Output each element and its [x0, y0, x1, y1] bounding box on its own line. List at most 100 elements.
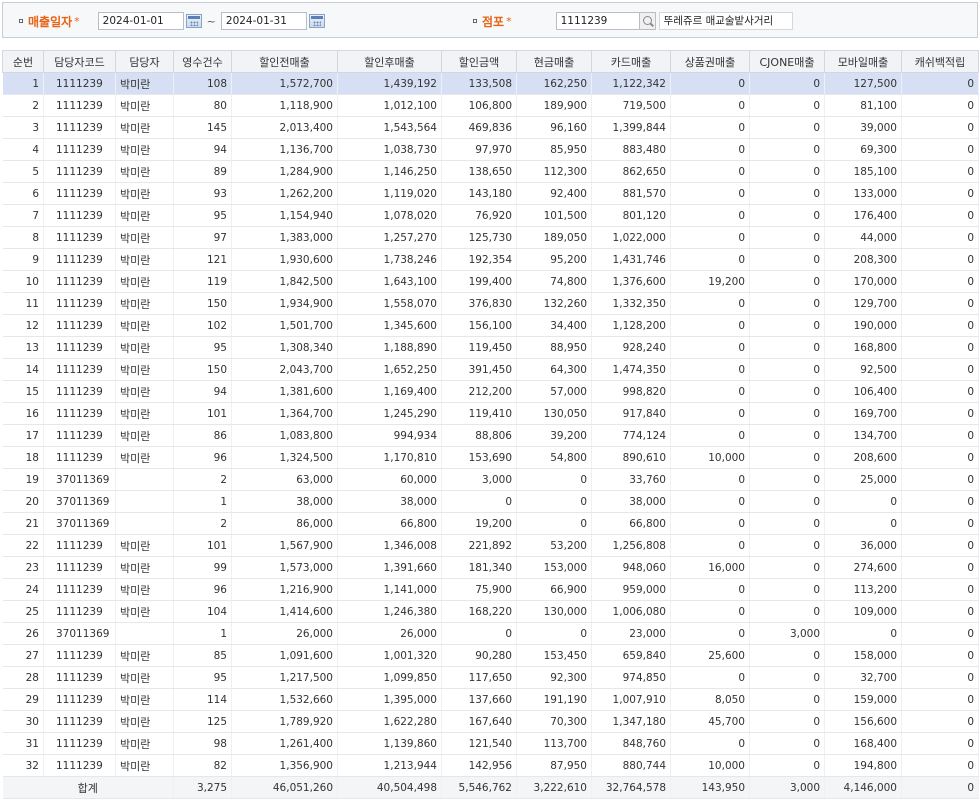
col-sales-after-discount-header[interactable]: 할인후매출	[337, 50, 442, 73]
col-cashback-points-header[interactable]: 캐쉬백적립	[901, 50, 979, 73]
sales-after-cell: 1,558,070	[337, 292, 442, 315]
sales-before-cell: 1,308,340	[231, 336, 338, 359]
receipt-count-cell: 150	[173, 292, 232, 315]
col-seq-header[interactable]: 순번	[2, 50, 44, 73]
seq-cell: 26	[2, 622, 44, 645]
table-row[interactable]: 3 1111239 박미란 145 2,013,400 1,543,564 469,836 9…	[2, 116, 979, 139]
discount-cell: 156,100	[441, 314, 517, 337]
table-row[interactable]: 2 1111239 박미란 80 1,118,900 1,012,100 106,800 18…	[2, 94, 979, 117]
table-row[interactable]: 20 37011369 1 38,000 38,000 0 0 38,000 0 0 0 0	[2, 490, 979, 513]
col-mobile-sales-header[interactable]: 모바일매출	[824, 50, 902, 73]
table-row[interactable]: 7 1111239 박미란 95 1,154,940 1,078,020 76,920 101…	[2, 204, 979, 227]
table-row[interactable]: 4 1111239 박미란 94 1,136,700 1,038,730 97,970 85,…	[2, 138, 979, 161]
col-manager-code-header[interactable]: 담당자코드	[43, 50, 116, 73]
discount-cell: 0	[441, 622, 517, 645]
sales-before-cell: 26,000	[231, 622, 338, 645]
manager-cell: 박미란	[115, 248, 174, 271]
gift-card-cell: 0	[670, 314, 750, 337]
table-row[interactable]: 31 1111239 박미란 98 1,261,400 1,139,860 121,540 1…	[2, 732, 979, 755]
manager-code-cell: 1111239	[43, 94, 116, 117]
table-row[interactable]: 28 1111239 박미란 95 1,217,500 1,099,850 117,650 9…	[2, 666, 979, 689]
calendar-icon[interactable]	[185, 14, 202, 28]
gift-card-cell: 0	[670, 490, 750, 513]
col-cash-sales-header[interactable]: 현금매출	[516, 50, 592, 73]
card-cell: 33,760	[591, 468, 671, 491]
card-cell: 1,474,350	[591, 358, 671, 381]
col-discount-amount-header[interactable]: 할인금액	[441, 50, 517, 73]
sales-after-cell: 1,139,860	[337, 732, 442, 755]
table-row[interactable]: 15 1111239 박미란 94 1,381,600 1,169,400 212,200 5…	[2, 380, 979, 403]
cash-cell: 39,200	[516, 424, 592, 447]
table-row[interactable]: 26 37011369 1 26,000 26,000 0 0 23,000 0 3,000 0 0	[2, 622, 979, 645]
seq-cell: 9	[2, 248, 44, 271]
table-row[interactable]: 14 1111239 박미란 150 2,043,700 1,652,250 391,450…	[2, 358, 979, 381]
cash-cell: 153,000	[516, 556, 592, 579]
table-row[interactable]: 29 1111239 박미란 114 1,532,660 1,395,000 137,660…	[2, 688, 979, 711]
sales-before-cell: 1,572,700	[231, 72, 338, 95]
table-row[interactable]: 21 37011369 2 86,000 66,800 19,200 0 66,800 0 0 0 0	[2, 512, 979, 535]
table-row[interactable]: 16 1111239 박미란 101 1,364,700 1,245,290 119,410…	[2, 402, 979, 425]
manager-cell: 박미란	[115, 754, 174, 777]
discount-cell: 19,200	[441, 512, 517, 535]
table-row[interactable]: 6 1111239 박미란 93 1,262,200 1,119,020 143,180 92…	[2, 182, 979, 205]
card-cell: 1,022,000	[591, 226, 671, 249]
sales-after-cell: 1,395,000	[337, 688, 442, 711]
col-card-sales-header[interactable]: 카드매출	[591, 50, 671, 73]
cashback-cell: 0	[901, 358, 979, 381]
table-row[interactable]: 27 1111239 박미란 85 1,091,600 1,001,320 90,280 15…	[2, 644, 979, 667]
table-row[interactable]: 12 1111239 박미란 102 1,501,700 1,345,600 156,100…	[2, 314, 979, 337]
sales-before-cell: 1,284,900	[231, 160, 338, 183]
table-row[interactable]: 18 1111239 박미란 96 1,324,500 1,170,810 153,690 5…	[2, 446, 979, 469]
mobile-cell: 113,200	[824, 578, 902, 601]
table-row[interactable]: 9 1111239 박미란 121 1,930,600 1,738,246 192,354 9…	[2, 248, 979, 271]
date-from-input[interactable]: 2024-01-01	[97, 12, 184, 30]
col-manager-header[interactable]: 담당자	[115, 50, 174, 73]
table-row[interactable]: 22 1111239 박미란 101 1,567,900 1,346,008 221,892…	[2, 534, 979, 557]
receipt-count-cell: 121	[173, 248, 232, 271]
store-code-input[interactable]: 1111239	[555, 12, 640, 30]
table-row[interactable]: 19 37011369 2 63,000 60,000 3,000 0 33,760 0 0 25,…	[2, 468, 979, 491]
card-cell: 801,120	[591, 204, 671, 227]
card-cell: 1,347,180	[591, 710, 671, 733]
table-row[interactable]: 23 1111239 박미란 99 1,573,000 1,391,660 181,340 1…	[2, 556, 979, 579]
discount-cell: 137,660	[441, 688, 517, 711]
col-sales-before-discount-header[interactable]: 할인전매출	[231, 50, 338, 73]
table-row[interactable]: 24 1111239 박미란 96 1,216,900 1,141,000 75,900 66…	[2, 578, 979, 601]
table-row[interactable]: 1 1111239 박미란 108 1,572,700 1,439,192 133,508 1…	[2, 72, 979, 95]
cashback-cell: 0	[901, 94, 979, 117]
sales-after-cell: 1,119,020	[337, 182, 442, 205]
table-row[interactable]: 8 1111239 박미란 97 1,383,000 1,257,270 125,730 18…	[2, 226, 979, 249]
col-cjone-sales-header[interactable]: CJONE매출	[749, 50, 825, 73]
discount-cell: 117,650	[441, 666, 517, 689]
manager-cell: 박미란	[115, 732, 174, 755]
table-row[interactable]: 32 1111239 박미란 82 1,356,900 1,213,944 142,956 8…	[2, 754, 979, 777]
date-to-input[interactable]: 2024-01-31	[220, 12, 307, 30]
sales-before-cell: 1,930,600	[231, 248, 338, 271]
col-receipt-count-header[interactable]: 영수건수	[173, 50, 232, 73]
manager-code-cell: 1111239	[43, 248, 116, 271]
mobile-cell: 194,800	[824, 754, 902, 777]
sales-after-cell: 1,738,246	[337, 248, 442, 271]
table-row[interactable]: 30 1111239 박미란 125 1,789,920 1,622,280 167,640…	[2, 710, 979, 733]
table-row[interactable]: 25 1111239 박미란 104 1,414,600 1,246,380 168,220…	[2, 600, 979, 623]
table-row[interactable]: 5 1111239 박미란 89 1,284,900 1,146,250 138,650 11…	[2, 160, 979, 183]
table-row[interactable]: 10 1111239 박미란 119 1,842,500 1,643,100 199,400…	[2, 270, 979, 293]
cjone-cell: 0	[749, 556, 825, 579]
sales-before-cell: 1,573,000	[231, 556, 338, 579]
table-row[interactable]: 13 1111239 박미란 95 1,308,340 1,188,890 119,450 8…	[2, 336, 979, 359]
store-label: 점포	[482, 14, 505, 29]
col-gift-card-sales-header[interactable]: 상품권매출	[670, 50, 750, 73]
search-icon[interactable]	[639, 12, 656, 30]
calendar-icon[interactable]	[308, 14, 325, 28]
mobile-cell: 158,000	[824, 644, 902, 667]
table-row[interactable]: 17 1111239 박미란 86 1,083,800 994,934 88,806 39,2…	[2, 424, 979, 447]
card-cell: 774,124	[591, 424, 671, 447]
sales-after-cell: 1,099,850	[337, 666, 442, 689]
manager-code-cell: 1111239	[43, 600, 116, 623]
seq-cell: 13	[2, 336, 44, 359]
manager-cell: 박미란	[115, 644, 174, 667]
seq-cell: 25	[2, 600, 44, 623]
table-row[interactable]: 11 1111239 박미란 150 1,934,900 1,558,070 376,830…	[2, 292, 979, 315]
cjone-cell: 0	[749, 578, 825, 601]
search-panel: 매출일자 * 2024-01-01 ~ 2024-01-31 점포 * 1111…	[2, 2, 978, 38]
